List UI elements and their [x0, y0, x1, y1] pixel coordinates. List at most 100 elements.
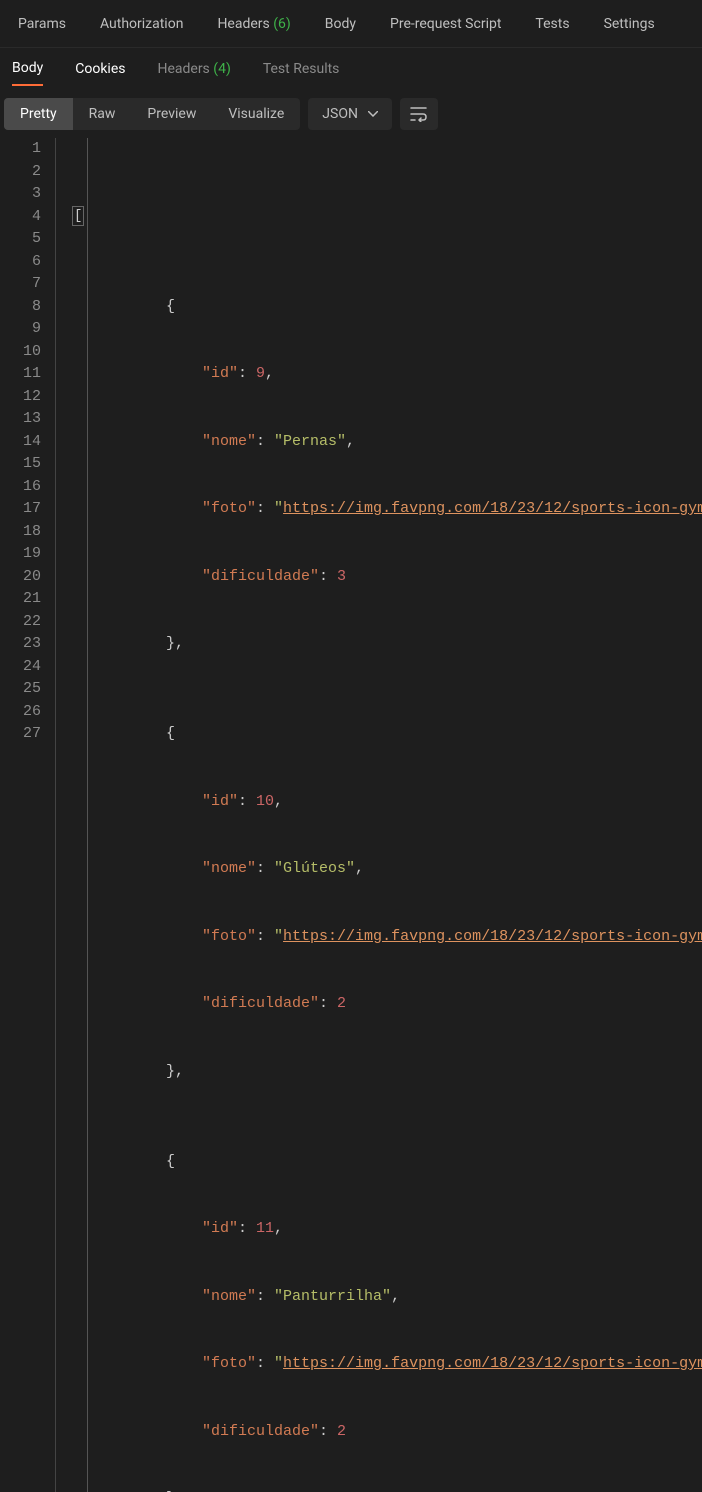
token-key: "dificuldade"	[202, 1423, 319, 1440]
chevron-down-icon	[368, 111, 378, 117]
response-tab-body[interactable]: Body	[12, 52, 43, 86]
token-colon: :	[256, 860, 274, 877]
token-key: "nome"	[202, 1288, 256, 1305]
token-quote: "	[274, 928, 283, 945]
tab-headers-count: (6)	[273, 16, 291, 32]
tab-authorization[interactable]: Authorization	[86, 4, 197, 44]
token-number: 2	[337, 1423, 346, 1440]
tab-tests[interactable]: Tests	[521, 4, 583, 44]
code-line: "dificuldade": 2	[58, 1421, 702, 1444]
token-colon: :	[319, 1423, 337, 1440]
token-colon: :	[256, 1355, 274, 1372]
token-colon: :	[238, 1220, 256, 1237]
code-line: "nome": "Pernas",	[58, 431, 702, 454]
code-line: "dificuldade": 3	[58, 566, 702, 589]
tab-params[interactable]: Params	[4, 4, 80, 44]
token-key: "nome"	[202, 433, 256, 450]
line-number: 15	[0, 453, 41, 476]
format-dropdown[interactable]: JSON	[308, 98, 392, 130]
code-line: },	[58, 633, 702, 656]
tab-prerequest[interactable]: Pre-request Script	[376, 4, 515, 44]
line-number: 27	[0, 723, 41, 746]
token-key: "nome"	[202, 860, 256, 877]
line-gutter: 1 2 3 4 5 6 7 8 9 10 11 12 13 14 15 16 1…	[0, 138, 56, 1492]
line-number: 18	[0, 521, 41, 544]
token-url: https://img.favpng.com/18/23/12/sports-i…	[283, 1355, 702, 1372]
token-key: "id"	[202, 1220, 238, 1237]
response-tab-testresults[interactable]: Test Results	[263, 53, 340, 85]
line-number: 6	[0, 251, 41, 274]
line-number: 16	[0, 476, 41, 499]
token-string: "Pernas"	[274, 433, 346, 450]
line-number: 19	[0, 543, 41, 566]
response-tab-headers[interactable]: Headers (4)	[157, 53, 230, 85]
line-number: 8	[0, 296, 41, 319]
token-brace: {	[166, 725, 175, 742]
token-string: "Glúteos"	[274, 860, 355, 877]
line-number: 20	[0, 566, 41, 589]
token-comma: ,	[265, 365, 274, 382]
code-line: "foto": "https://img.favpng.com/18/23/12…	[58, 1353, 702, 1376]
view-preview[interactable]: Preview	[131, 98, 212, 130]
line-number: 9	[0, 318, 41, 341]
token-colon: :	[256, 1288, 274, 1305]
request-tabs: Params Authorization Headers (6) Body Pr…	[0, 0, 702, 48]
token-colon: :	[256, 928, 274, 945]
line-number: 10	[0, 341, 41, 364]
code-line: "nome": "Glúteos",	[58, 858, 702, 881]
line-number: 3	[0, 183, 41, 206]
line-number: 25	[0, 678, 41, 701]
tab-headers[interactable]: Headers (6)	[203, 4, 304, 44]
wrap-icon	[410, 106, 428, 122]
token-brace: {	[166, 298, 175, 315]
response-tab-headers-count: (4)	[213, 61, 231, 77]
code-line: "foto": "https://img.favpng.com/18/23/12…	[58, 498, 702, 521]
token-key: "id"	[202, 793, 238, 810]
token-comma: ,	[391, 1288, 400, 1305]
token-key: "dificuldade"	[202, 568, 319, 585]
line-number: 12	[0, 386, 41, 409]
view-visualize[interactable]: Visualize	[212, 98, 300, 130]
response-tab-cookies[interactable]: Cookies	[75, 53, 125, 85]
token-comma: ,	[274, 1220, 283, 1237]
response-body-editor[interactable]: 1 2 3 4 5 6 7 8 9 10 11 12 13 14 15 16 1…	[0, 138, 702, 1492]
token-key: "foto"	[202, 928, 256, 945]
line-number: 23	[0, 633, 41, 656]
token-colon: :	[319, 568, 337, 585]
token-number: 10	[256, 793, 274, 810]
response-toolbar: Pretty Raw Preview Visualize JSON	[0, 90, 702, 138]
token-comma: ,	[346, 433, 355, 450]
code-line: "id": 9,	[58, 363, 702, 386]
line-number: 5	[0, 228, 41, 251]
tab-settings[interactable]: Settings	[590, 4, 669, 44]
view-pretty[interactable]: Pretty	[4, 98, 73, 130]
response-tabs: Body Cookies Headers (4) Test Results	[0, 48, 702, 90]
tab-body[interactable]: Body	[311, 4, 370, 44]
code-line: "id": 11,	[58, 1218, 702, 1241]
line-number: 2	[0, 161, 41, 184]
line-number: 17	[0, 498, 41, 521]
line-number: 21	[0, 588, 41, 611]
code-line: "nome": "Panturrilha",	[58, 1286, 702, 1309]
token-number: 2	[337, 995, 346, 1012]
view-raw[interactable]: Raw	[73, 98, 132, 130]
token-colon: :	[238, 365, 256, 382]
wrap-lines-button[interactable]	[400, 98, 438, 130]
token-number: 11	[256, 1220, 274, 1237]
code-line: {	[58, 296, 702, 319]
view-mode-tabs: Pretty Raw Preview Visualize	[4, 98, 300, 130]
code-content: [ { "id": 9, "nome": "Pernas", "foto": "…	[56, 138, 702, 1492]
code-line: },	[58, 1488, 702, 1492]
token-key: "dificuldade"	[202, 995, 319, 1012]
line-number: 22	[0, 611, 41, 634]
token-key: "foto"	[202, 500, 256, 517]
token-brace: },	[166, 635, 184, 652]
code-line: "id": 10,	[58, 791, 702, 814]
line-number: 1	[0, 138, 41, 161]
code-line: "foto": "https://img.favpng.com/18/23/12…	[58, 926, 702, 949]
token-comma: ,	[355, 860, 364, 877]
token-brace: },	[166, 1063, 184, 1080]
token-colon: :	[319, 995, 337, 1012]
token-number: 9	[256, 365, 265, 382]
code-line: {	[58, 1151, 702, 1174]
